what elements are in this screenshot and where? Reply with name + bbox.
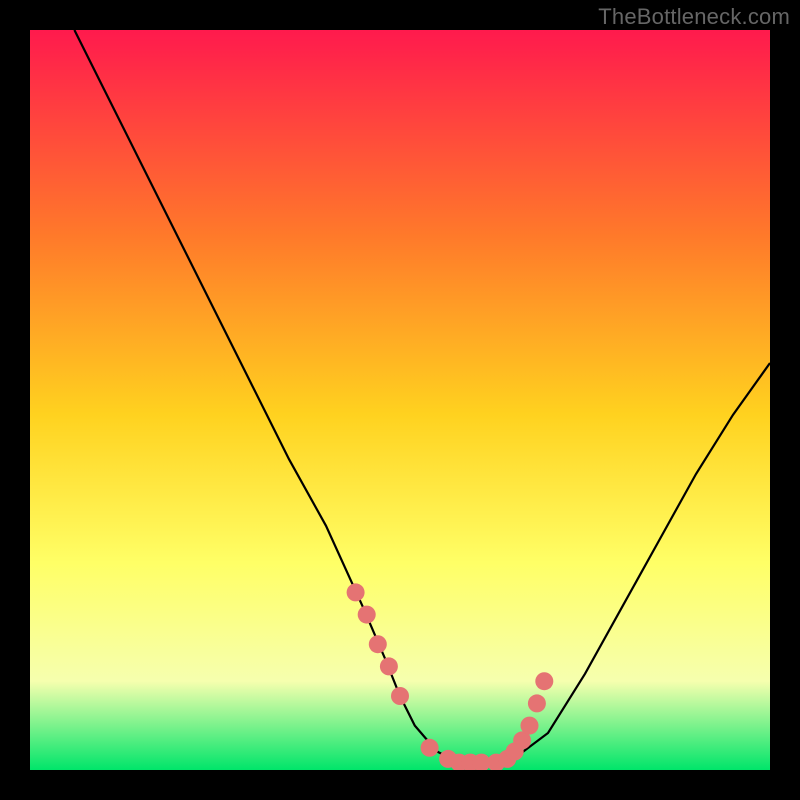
gradient-background [30, 30, 770, 770]
highlight-dot [528, 694, 546, 712]
plot-svg [30, 30, 770, 770]
highlight-dot [358, 606, 376, 624]
highlight-dot [347, 583, 365, 601]
bottleneck-plot [30, 30, 770, 770]
highlight-dot [421, 739, 439, 757]
chart-frame: TheBottleneck.com [0, 0, 800, 800]
highlight-dot [521, 717, 539, 735]
highlight-dot [391, 687, 409, 705]
watermark-text: TheBottleneck.com [598, 4, 790, 30]
highlight-dot [380, 657, 398, 675]
highlight-dot [535, 672, 553, 690]
highlight-dot [369, 635, 387, 653]
